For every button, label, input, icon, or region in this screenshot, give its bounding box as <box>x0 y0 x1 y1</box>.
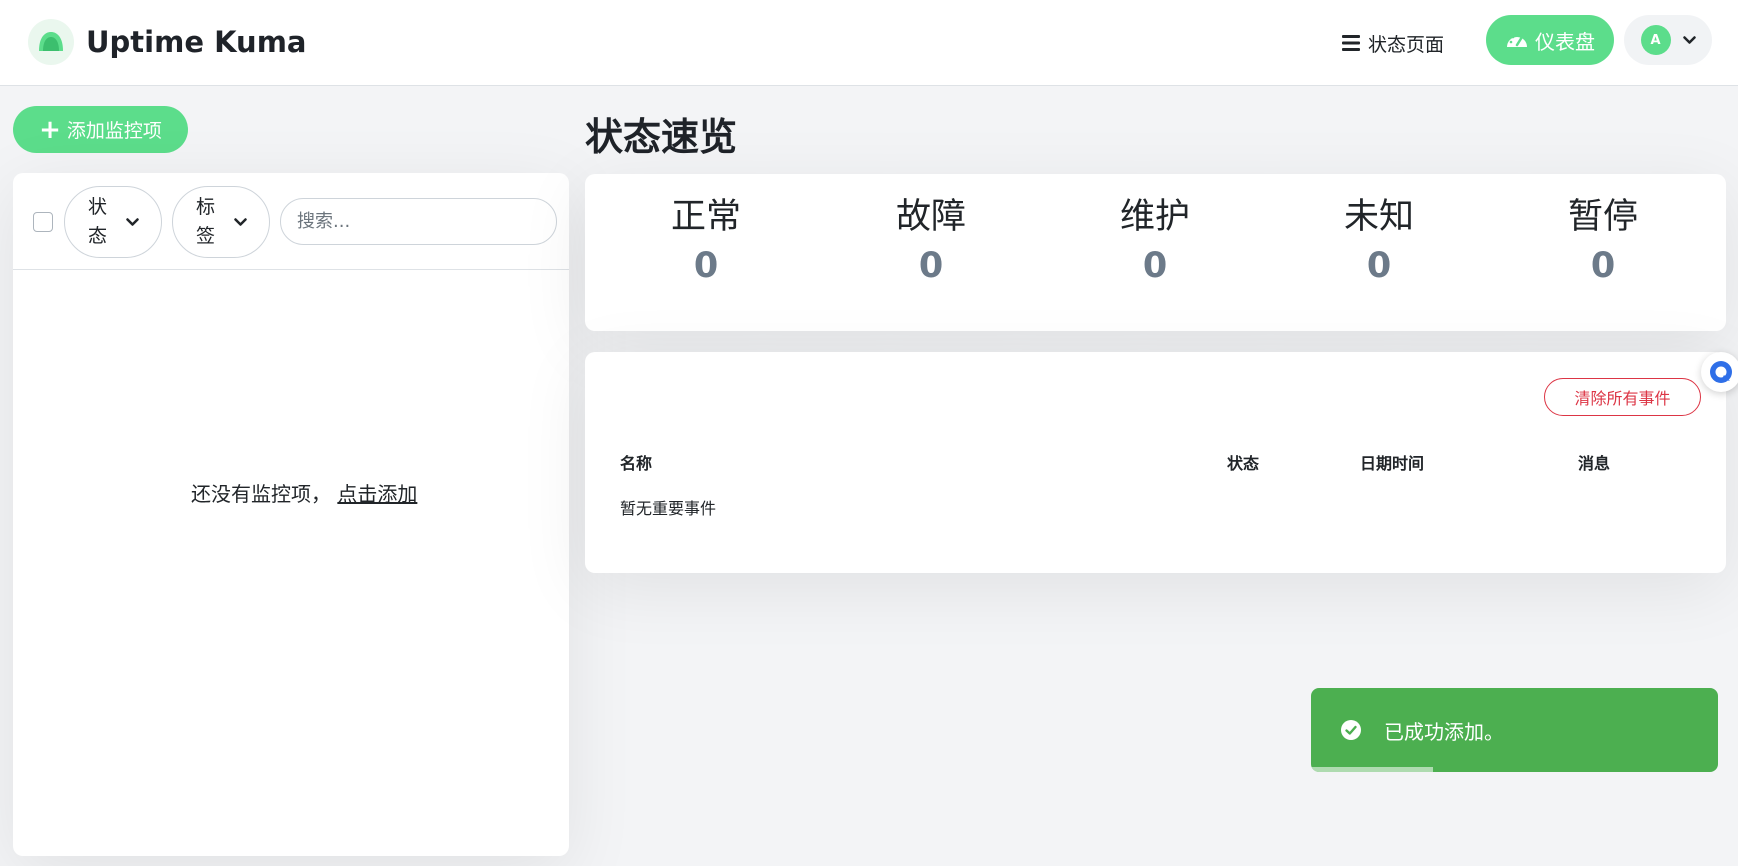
gauge-icon <box>1505 30 1529 50</box>
dashboard-label: 仪表盘 <box>1535 29 1595 54</box>
app-title: Uptime Kuma <box>86 25 307 59</box>
plus-icon: + <box>39 114 61 145</box>
empty-monitor-message: 还没有监控项， 点击添加 <box>191 478 417 507</box>
success-toast[interactable]: 已成功添加。 <box>1311 688 1718 772</box>
status-summary-card: 正常 0 故障 0 维护 0 未知 0 暂停 0 <box>585 174 1726 331</box>
stat-label: 故障 <box>895 197 966 237</box>
status-page-link[interactable]: 状态页面 <box>1342 24 1444 62</box>
chat-bubble-icon <box>1708 359 1734 385</box>
add-monitor-link[interactable]: 点击添加 <box>337 482 417 506</box>
chevron-down-icon <box>125 217 139 227</box>
stat-value: 0 <box>1142 246 1168 286</box>
stat-up: 正常 0 <box>606 196 806 286</box>
add-monitor-button[interactable]: + 添加监控项 <box>13 106 188 153</box>
profile-menu[interactable]: A <box>1624 15 1712 65</box>
select-all-checkbox[interactable] <box>33 212 53 232</box>
column-header-message: 消息 <box>1578 454 1611 473</box>
status-filter-dropdown[interactable]: 状态 <box>64 186 162 258</box>
no-events-message: 暂无重要事件 <box>620 499 717 518</box>
column-header-name: 名称 <box>620 454 653 473</box>
search-input[interactable] <box>280 198 557 245</box>
check-circle-icon <box>1341 720 1361 740</box>
stat-label: 维护 <box>1119 197 1190 237</box>
tags-filter-label: 标签 <box>195 196 215 247</box>
avatar: A <box>1640 25 1671 55</box>
column-header-datetime: 日期时间 <box>1360 454 1425 473</box>
floating-assistant-button[interactable] <box>1701 352 1738 392</box>
chevron-down-icon <box>1682 35 1696 45</box>
stat-value: 0 <box>1366 246 1392 286</box>
stat-unknown: 未知 0 <box>1279 196 1479 286</box>
empty-monitor-text: 还没有监控项， <box>191 482 331 506</box>
stat-label: 正常 <box>670 197 741 237</box>
stat-down: 故障 0 <box>831 196 1031 286</box>
monitor-list-toolbar: 状态 标签 <box>13 173 569 270</box>
stat-maintenance: 维护 0 <box>1055 196 1255 286</box>
clear-all-events-button[interactable]: 清除所有事件 <box>1544 378 1701 416</box>
toast-progress-bar <box>1311 767 1434 772</box>
column-header-status: 状态 <box>1227 454 1260 473</box>
chevron-down-icon <box>233 217 247 227</box>
important-events-card: 清除所有事件 名称 状态 日期时间 消息 暂无重要事件 <box>585 352 1726 573</box>
list-icon <box>1342 34 1360 52</box>
dashboard-button[interactable]: 仪表盘 <box>1486 15 1614 65</box>
page-title: 状态速览 <box>585 115 738 159</box>
stat-value: 0 <box>693 246 719 286</box>
stat-value: 0 <box>918 246 944 286</box>
top-header: Uptime Kuma 状态页面 仪表盘 A <box>0 0 1738 86</box>
toast-message: 已成功添加。 <box>1384 720 1504 744</box>
stat-paused: 暂停 0 <box>1503 196 1703 286</box>
uptime-kuma-logo-icon <box>28 19 74 65</box>
status-page-label: 状态页面 <box>1368 33 1445 56</box>
stat-value: 0 <box>1590 246 1616 286</box>
add-monitor-label: 添加监控项 <box>66 120 162 142</box>
stat-label: 暂停 <box>1567 197 1638 237</box>
status-filter-label: 状态 <box>87 196 107 247</box>
tags-filter-dropdown[interactable]: 标签 <box>172 186 270 258</box>
monitor-list-panel: 状态 标签 还没有监控项， 点击添加 <box>13 173 569 856</box>
brand[interactable]: Uptime Kuma <box>28 19 307 65</box>
stat-label: 未知 <box>1343 197 1414 237</box>
